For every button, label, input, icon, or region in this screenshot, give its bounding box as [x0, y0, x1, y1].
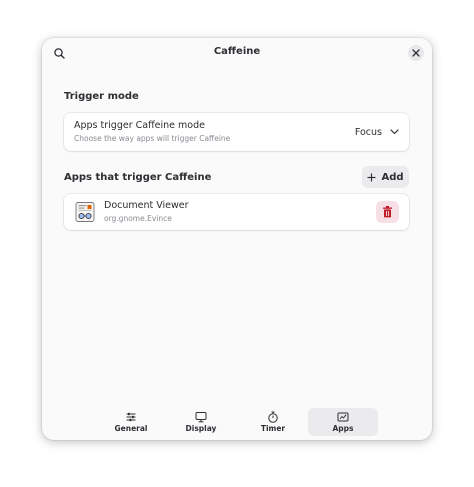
tab-apps[interactable]: Apps	[308, 408, 378, 436]
view-switcher: General Display Timer Apps	[42, 406, 432, 440]
window-title: Caffeine	[213, 46, 261, 57]
trigger-mode-row-title: Apps trigger Caffeine mode	[74, 120, 205, 131]
tab-display[interactable]: Display	[166, 408, 236, 436]
remove-app-button[interactable]	[376, 201, 399, 223]
tab-general-label: General	[114, 424, 148, 433]
tab-timer[interactable]: Timer	[238, 408, 308, 436]
dropdown-selected-value: Focus	[354, 126, 382, 138]
app-name: Document Viewer	[104, 200, 189, 211]
header-bar: Caffeine	[42, 38, 432, 70]
trigger-mode-row[interactable]: Apps trigger Caffeine mode Choose the wa…	[64, 113, 409, 151]
plus-icon	[367, 173, 376, 181]
sliders-icon	[126, 412, 136, 422]
stopwatch-icon	[268, 411, 278, 423]
tab-display-label: Display	[185, 424, 217, 433]
document-viewer-icon	[74, 201, 96, 223]
apps-icon	[337, 412, 349, 422]
tab-apps-label: Apps	[332, 424, 354, 433]
trigger-mode-heading: Trigger mode	[64, 91, 139, 102]
add-app-button[interactable]: Add	[362, 166, 409, 188]
chevron-down-icon	[390, 129, 399, 135]
add-button-label: Add	[381, 171, 404, 183]
app-list-item: Document Viewer org.gnome.Evince	[64, 194, 409, 230]
apps-section-heading: Apps that trigger Caffeine	[64, 172, 212, 183]
preferences-window: Caffeine Trigger mode Apps trigger Caffe…	[42, 38, 432, 440]
trash-icon	[383, 206, 392, 218]
monitor-icon	[195, 412, 207, 423]
close-icon	[412, 49, 420, 57]
trigger-mode-dropdown[interactable]: Focus	[355, 125, 399, 139]
app-id: org.gnome.Evince	[104, 214, 172, 223]
close-button[interactable]	[408, 45, 424, 61]
trigger-mode-row-subtitle: Choose the way apps will trigger Caffein…	[74, 134, 231, 143]
tab-timer-label: Timer	[260, 424, 286, 433]
tab-general[interactable]: General	[96, 408, 166, 436]
